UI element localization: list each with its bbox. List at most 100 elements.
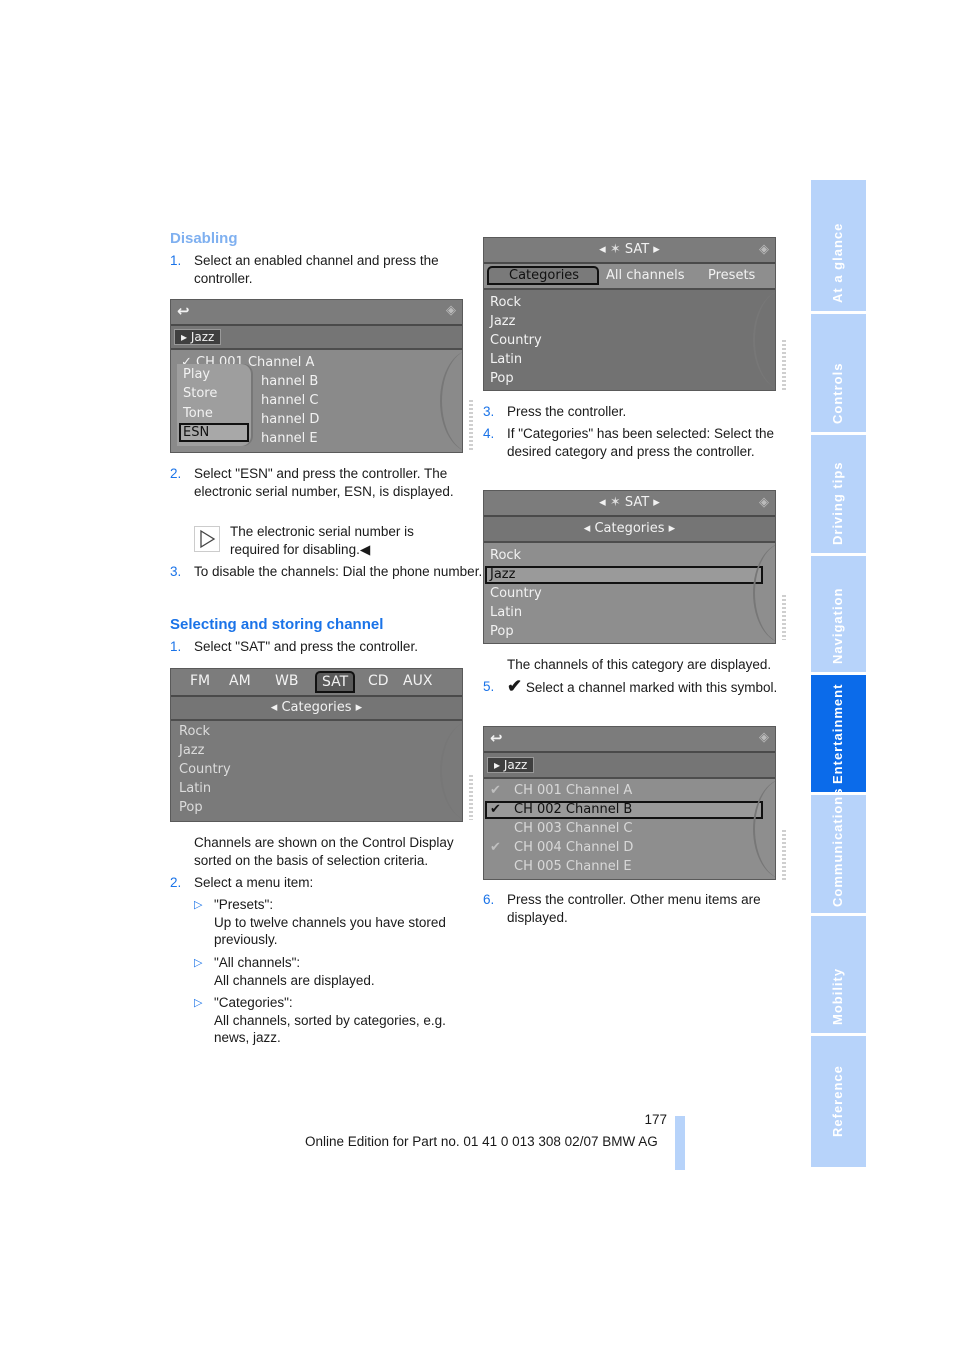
step-text: Select "SAT" and press the controller. bbox=[194, 639, 418, 654]
category-row[interactable]: Latin bbox=[490, 603, 522, 622]
chevron-right-icon[interactable]: ▸ bbox=[649, 242, 660, 257]
category-list: Rock Jazz Country Latin Pop bbox=[484, 543, 775, 643]
sidebar-tab-label: Driving tips bbox=[829, 461, 845, 545]
subheader[interactable]: ◂ Categories ▸ bbox=[171, 697, 462, 721]
menu-item-desc: All channels are displayed. bbox=[214, 972, 375, 988]
channel-row[interactable]: hannel D bbox=[261, 410, 319, 429]
channel-row[interactable]: ✔ CH 004 Channel D bbox=[490, 838, 633, 857]
tab-sat[interactable]: SAT bbox=[315, 671, 356, 693]
channel-label: CH 005 Channel E bbox=[514, 859, 632, 874]
chevron-right-icon[interactable]: ▸ bbox=[665, 521, 676, 536]
category-row[interactable]: Pop bbox=[490, 622, 514, 641]
satellite-icon: ✶ bbox=[609, 495, 625, 510]
control-display-sources: FM AM WB SAT CD AUX ◂ Categories ▸ Rock … bbox=[170, 668, 463, 822]
channel-row-selected[interactable]: ✔ CH 002 Channel B bbox=[490, 800, 632, 819]
sidebar-tab-controls[interactable]: Controls bbox=[811, 314, 866, 432]
popup-item-store[interactable]: Store bbox=[183, 384, 217, 403]
checkmark-icon: ✔ bbox=[507, 676, 523, 696]
step-text: Select a channel marked with this symbol… bbox=[525, 680, 778, 695]
controller-icon: ◈ bbox=[759, 495, 769, 510]
step-number: 2. bbox=[170, 875, 182, 890]
channel-row[interactable]: CH 003 Channel C bbox=[490, 819, 633, 838]
controller-icon: ◈ bbox=[759, 242, 769, 257]
sidebar-tab-entertainment[interactable]: Entertainment bbox=[811, 675, 866, 792]
category-row[interactable]: Pop bbox=[179, 798, 203, 817]
category-list: Rock Jazz Country Latin Pop bbox=[171, 721, 462, 821]
sidebar-tab-communications[interactable]: Communications bbox=[811, 788, 866, 913]
category-row[interactable]: Rock bbox=[490, 293, 521, 312]
step-text: To disable the channels: Dial the phone … bbox=[194, 564, 483, 579]
image-code bbox=[782, 830, 786, 880]
chevron-left-icon[interactable]: ◂ bbox=[584, 521, 595, 536]
tab-aux[interactable]: AUX bbox=[403, 673, 432, 689]
control-display-sat-tabs: ◂ ✶ SAT ▸ ◈ Categories All channels Pres… bbox=[483, 237, 776, 391]
category-row[interactable]: Rock bbox=[179, 722, 210, 741]
popup-item-esn[interactable]: ESN bbox=[183, 423, 209, 442]
channel-row[interactable]: CH 005 Channel E bbox=[490, 857, 632, 876]
chevron-right-icon[interactable]: ▸ bbox=[649, 495, 660, 510]
channel-row[interactable]: hannel E bbox=[261, 429, 318, 448]
context-popup: Play Store Tone ESN bbox=[177, 364, 251, 446]
note-icon bbox=[194, 526, 220, 552]
step-number: 3. bbox=[170, 564, 182, 579]
sidebar-tab-at-a-glance[interactable]: At a glance bbox=[811, 180, 866, 311]
channel-row[interactable]: hannel B bbox=[261, 372, 318, 391]
tab-wb[interactable]: WB bbox=[275, 673, 298, 689]
category-row[interactable]: Latin bbox=[490, 350, 522, 369]
sidebar-tab-label: Navigation bbox=[829, 587, 845, 664]
category-row[interactable]: Latin bbox=[179, 779, 211, 798]
sidebar-tab-reference[interactable]: Reference bbox=[811, 1036, 866, 1167]
chevron-left-icon[interactable]: ◂ bbox=[599, 242, 610, 257]
control-display-categories: ◂ ✶ SAT ▸ ◈ ◂ Categories ▸ Rock Jazz Cou… bbox=[483, 490, 776, 644]
triangle-bullet-icon: ▷ bbox=[194, 957, 203, 969]
step-number: 4. bbox=[483, 426, 495, 441]
tab-cd[interactable]: CD bbox=[368, 673, 389, 689]
chevron-left-icon[interactable]: ◂ bbox=[271, 700, 282, 715]
category-row[interactable]: Jazz bbox=[179, 741, 204, 760]
breadcrumb[interactable]: ▸ Jazz bbox=[487, 757, 535, 773]
step-number: 2. bbox=[170, 466, 182, 481]
step-number: 1. bbox=[170, 253, 182, 268]
channel-label: CH 003 Channel C bbox=[514, 821, 633, 836]
menu-item-all-channels: ▷ "All channels": All channels are displ… bbox=[194, 954, 484, 989]
subheader[interactable]: ◂ Categories ▸ bbox=[484, 517, 775, 543]
category-row[interactable]: Jazz bbox=[490, 312, 515, 331]
category-row[interactable]: Pop bbox=[490, 369, 514, 388]
channel-row[interactable]: hannel C bbox=[261, 391, 319, 410]
category-row[interactable]: Country bbox=[490, 331, 542, 350]
category-row[interactable]: Country bbox=[179, 760, 231, 779]
category-row[interactable]: Rock bbox=[490, 546, 521, 565]
step-text: Press the controller. bbox=[507, 404, 627, 419]
tab-all-channels[interactable]: All channels bbox=[606, 268, 684, 283]
popup-item-play[interactable]: Play bbox=[183, 365, 210, 384]
back-arrow-icon[interactable]: ↩ bbox=[490, 729, 503, 747]
popup-item-tone[interactable]: Tone bbox=[183, 404, 213, 423]
channel-row[interactable]: ✔ CH 001 Channel A bbox=[490, 781, 632, 800]
channel-label: CH 004 Channel D bbox=[514, 840, 634, 855]
page-number: 177 bbox=[644, 1112, 667, 1127]
breadcrumb-label: Jazz bbox=[190, 330, 215, 344]
tab-am[interactable]: AM bbox=[229, 673, 251, 689]
category-row[interactable]: Country bbox=[490, 584, 542, 603]
chevron-right-icon[interactable]: ▸ bbox=[352, 700, 363, 715]
tab-categories[interactable]: Categories bbox=[487, 266, 600, 285]
sat-title: SAT bbox=[624, 242, 650, 257]
channel-label: CH 002 Channel B bbox=[514, 802, 633, 817]
back-arrow-icon[interactable]: ↩ bbox=[177, 302, 190, 320]
sidebar-tab-navigation[interactable]: Navigation bbox=[811, 556, 866, 672]
sidebar-tab-label: Mobility bbox=[829, 967, 845, 1025]
tab-presets[interactable]: Presets bbox=[708, 268, 755, 283]
menu-item-title: "All channels": bbox=[214, 955, 301, 970]
sidebar-tab-mobility[interactable]: Mobility bbox=[811, 916, 866, 1033]
breadcrumb[interactable]: ▸ Jazz bbox=[174, 329, 222, 345]
sidebar-tab-driving-tips[interactable]: Driving tips bbox=[811, 435, 866, 553]
edition-footer: Online Edition for Part no. 01 41 0 013 … bbox=[305, 1134, 658, 1149]
step-number: 1. bbox=[170, 639, 182, 654]
sidebar-tab-label: Reference bbox=[829, 1065, 845, 1137]
heading-selecting-storing: Selecting and storing channel bbox=[170, 616, 384, 633]
category-row-selected[interactable]: Jazz bbox=[490, 565, 515, 584]
tab-fm[interactable]: FM bbox=[190, 673, 210, 689]
right-step-4: 4. If "Categories" has been selected: Se… bbox=[483, 425, 797, 460]
chevron-left-icon[interactable]: ◂ bbox=[599, 495, 610, 510]
step-number: 3. bbox=[483, 404, 495, 419]
